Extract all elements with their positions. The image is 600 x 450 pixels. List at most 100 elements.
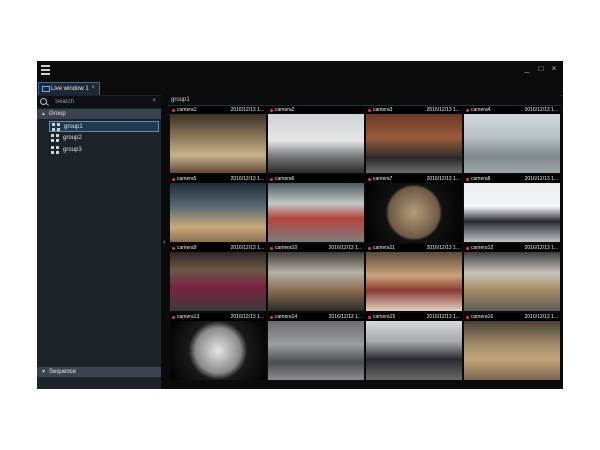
camera-tile[interactable]: camera3 2016/12/13 1...	[366, 106, 462, 173]
recording-indicator-icon	[270, 246, 273, 250]
camera-name: camera7	[373, 176, 393, 182]
grid-icon	[51, 134, 59, 142]
camera-tile[interactable]: camera6	[268, 175, 364, 242]
camera-tile[interactable]: camera16 2016/12/13 1...	[464, 313, 560, 380]
camera-timestamp: 2016/12/13 1...	[524, 314, 558, 320]
recording-indicator-icon	[466, 177, 469, 181]
camera-grid: camera1 2016/12/13 1... camera2 camera3 2016…	[170, 106, 561, 386]
group-section-label: Group	[49, 111, 66, 117]
sequence-section-label: Sequence	[49, 369, 77, 375]
monitor-icon	[42, 86, 50, 92]
recording-indicator-icon	[368, 315, 371, 319]
collapse-panel-icon[interactable]: ‹	[163, 239, 165, 246]
recording-indicator-icon	[172, 177, 175, 181]
hamburger-menu-icon[interactable]	[41, 65, 50, 75]
camera-name: camera4	[471, 107, 491, 113]
camera-name: camera6	[275, 176, 295, 182]
group-section-header[interactable]: ▲ Group	[37, 109, 161, 119]
camera-caption: camera14 2016/12/13 1...	[268, 313, 364, 321]
group-item-group2[interactable]: group2	[49, 133, 159, 144]
camera-feed	[170, 321, 266, 380]
camera-tile[interactable]: camera4 2016/12/13 1...	[464, 106, 560, 173]
camera-name: camera5	[177, 176, 197, 182]
camera-name: camera11	[373, 245, 395, 251]
camera-feed	[366, 252, 462, 311]
grid-icon	[52, 123, 60, 131]
tab-live-window-1[interactable]: Live window 1 ×	[38, 82, 100, 95]
minimize-button[interactable]: _	[521, 64, 533, 73]
recording-indicator-icon	[270, 177, 273, 181]
camera-name: camera15	[373, 314, 396, 320]
camera-name: camera1	[177, 107, 197, 113]
tab-label: Live window 1	[51, 86, 89, 92]
recording-indicator-icon	[270, 108, 273, 112]
camera-tile[interactable]: camera13 2016/12/13 1...	[170, 313, 266, 380]
camera-caption: camera13 2016/12/13 1...	[170, 313, 266, 321]
camera-timestamp: 2016/12/13 1...	[230, 314, 264, 320]
camera-tile[interactable]: camera2	[268, 106, 364, 173]
maximize-button[interactable]: □	[535, 64, 547, 73]
collapse-arrow-icon: ▲	[41, 111, 46, 117]
group-title: group1	[171, 97, 190, 103]
recording-indicator-icon	[466, 246, 469, 250]
camera-feed	[464, 183, 560, 242]
search-input[interactable]	[55, 97, 143, 107]
camera-tile[interactable]: camera11 2016/12/13 1...	[366, 244, 462, 311]
group-item-group1[interactable]: group1	[49, 121, 159, 132]
search-bar: ×	[37, 96, 161, 108]
camera-timestamp: 2016/12/13 1...	[426, 107, 460, 113]
camera-feed	[268, 183, 364, 242]
camera-timestamp: 2016/12/13 1...	[328, 314, 362, 320]
recording-indicator-icon	[172, 315, 175, 319]
camera-name: camera8	[471, 176, 491, 182]
clear-search-icon[interactable]: ×	[152, 98, 156, 104]
recording-indicator-icon	[172, 108, 175, 112]
camera-name: camera14	[275, 314, 298, 320]
camera-feed	[366, 114, 462, 173]
recording-indicator-icon	[368, 246, 371, 250]
recording-indicator-icon	[172, 246, 175, 250]
camera-caption: camera1 2016/12/13 1...	[170, 106, 266, 114]
camera-timestamp: 2016/12/13 1...	[230, 245, 264, 251]
camera-caption: camera7 2016/12/13 1...	[366, 175, 462, 183]
camera-caption: camera10 2016/12/13 1...	[268, 244, 364, 252]
camera-name: camera12	[471, 245, 494, 251]
camera-caption: camera5 2016/12/13 1...	[170, 175, 266, 183]
recording-indicator-icon	[466, 315, 469, 319]
camera-tile[interactable]: camera1 2016/12/13 1...	[170, 106, 266, 173]
camera-tile[interactable]: camera5 2016/12/13 1...	[170, 175, 266, 242]
camera-feed	[268, 114, 364, 173]
sequence-section-header[interactable]: ▼ Sequence	[37, 367, 161, 377]
recording-indicator-icon	[368, 177, 371, 181]
camera-feed	[366, 321, 462, 380]
close-window-button[interactable]: ×	[548, 64, 560, 73]
camera-feed	[366, 183, 462, 242]
camera-tile[interactable]: camera10 2016/12/13 1...	[268, 244, 364, 311]
live-view-area: group1 camera1 2016/12/13 1... camera2 came…	[168, 95, 561, 389]
camera-tile[interactable]: camera7 2016/12/13 1...	[366, 175, 462, 242]
camera-timestamp: 2016/12/13 1...	[426, 176, 460, 182]
camera-tile[interactable]: camera14 2016/12/13 1...	[268, 313, 364, 380]
camera-caption: camera4 2016/12/13 1...	[464, 106, 560, 114]
group-label: group3	[63, 147, 82, 153]
camera-name: camera10	[275, 245, 298, 251]
title-bar: _ □ ×	[37, 61, 563, 81]
camera-tile[interactable]: camera9 2016/12/13 1...	[170, 244, 266, 311]
camera-timestamp: 2016/12/13 1...	[230, 107, 264, 113]
camera-tile[interactable]: camera12 2016/12/13 1...	[464, 244, 560, 311]
camera-timestamp: 2016/12/13 1...	[524, 176, 558, 182]
group-item-group3[interactable]: group3	[49, 145, 159, 156]
camera-timestamp: 2016/12/13 1...	[328, 245, 362, 251]
expand-arrow-icon: ▼	[41, 369, 46, 375]
camera-feed	[464, 321, 560, 380]
group-label: group2	[63, 135, 82, 141]
grid-icon	[51, 146, 59, 154]
tab-close-icon[interactable]: ×	[91, 85, 95, 91]
camera-timestamp: 2016/12/13 1...	[426, 245, 460, 251]
recording-indicator-icon	[466, 108, 469, 112]
app-window: _ □ × Live window 1 × × ▲ Group group1 g…	[37, 61, 563, 389]
camera-tile[interactable]: camera15 2016/12/13 1...	[366, 313, 462, 380]
camera-tile[interactable]: camera8 2016/12/13 1...	[464, 175, 560, 242]
camera-feed	[464, 252, 560, 311]
camera-timestamp: 2016/12/13 1...	[230, 176, 264, 182]
